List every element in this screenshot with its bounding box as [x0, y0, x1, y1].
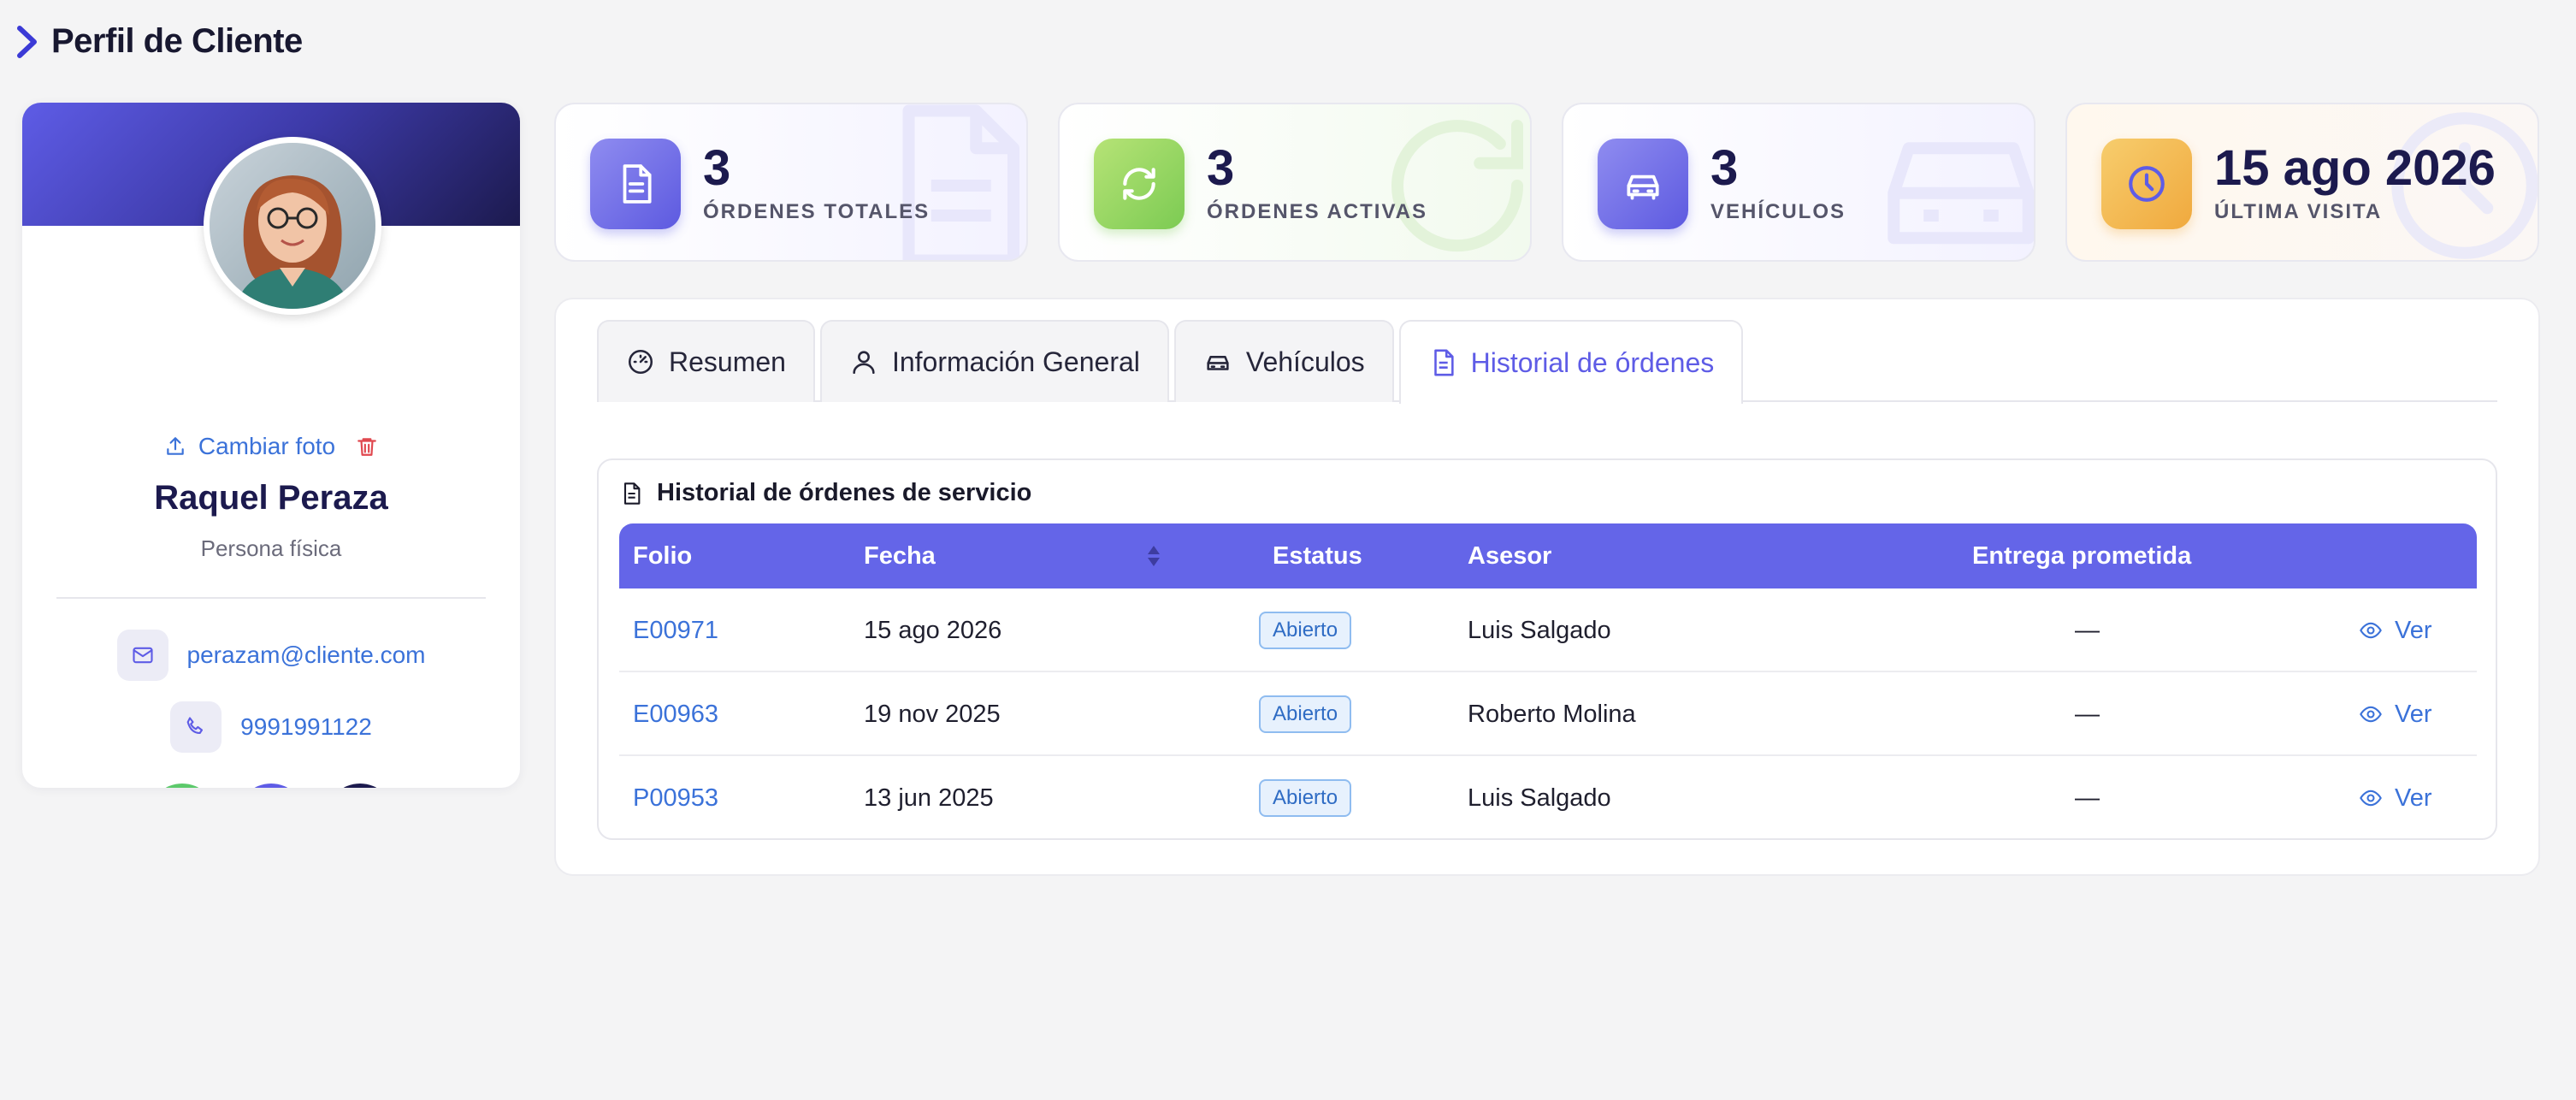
promised-delivery-cell: — — [2075, 700, 2100, 728]
folio-link[interactable]: P00953 — [633, 756, 718, 840]
email-link[interactable]: perazam@cliente.com — [187, 642, 426, 669]
user-icon — [853, 351, 875, 375]
chevron-right-icon — [17, 25, 37, 58]
trash-icon — [357, 438, 376, 456]
date-cell: 13 jun 2025 — [864, 784, 994, 812]
divider — [56, 597, 486, 599]
table-row: E00963 19 nov 2025 Abierto Roberto Molin… — [619, 672, 2477, 756]
column-entrega-prometida[interactable]: Entrega prometida — [1972, 523, 2191, 588]
tab-informacion-general[interactable]: Información General — [819, 320, 1169, 402]
change-photo-row: Cambiar foto — [22, 433, 520, 460]
eye-icon — [2360, 706, 2382, 723]
stat-value: 3 — [1710, 140, 1739, 196]
tab-bar: Resumen Información General Vehículos Hi… — [597, 320, 2497, 404]
stat-card-vehicles: 3 VEHÍCULOS — [1562, 103, 2035, 262]
view-label: Ver — [2395, 616, 2432, 644]
phone-icon — [170, 701, 222, 753]
table-row: P00953 13 jun 2025 Abierto Luis Salgado … — [619, 756, 2477, 840]
advisor-cell: Luis Salgado — [1468, 784, 1611, 812]
tab-resumen[interactable]: Resumen — [597, 320, 815, 402]
table-header: Folio Fecha Estatus Asesor Entrega prome… — [619, 523, 2477, 588]
status-badge: Abierto — [1259, 779, 1352, 817]
status-badge: Abierto — [1259, 695, 1352, 733]
client-type: Persona física — [200, 535, 342, 561]
contact-actions — [22, 784, 520, 788]
date-cell: 19 nov 2025 — [864, 700, 1001, 728]
stat-value: 15 ago 2026 — [2214, 140, 2496, 196]
table-row: E00971 15 ago 2026 Abierto Luis Salgado … — [619, 588, 2477, 672]
car-icon — [1598, 139, 1688, 229]
folio-link[interactable]: E00963 — [633, 672, 718, 756]
stat-label: VEHÍCULOS — [1710, 200, 1846, 223]
phone-link[interactable]: 9991991122 — [240, 713, 372, 741]
column-asesor[interactable]: Asesor — [1468, 523, 1551, 588]
view-button[interactable]: Ver — [2359, 588, 2432, 672]
eye-icon — [2360, 790, 2382, 807]
view-label: Ver — [2395, 700, 2432, 728]
call-button[interactable] — [237, 784, 305, 788]
column-fecha[interactable]: Fecha — [864, 523, 936, 588]
document-icon — [623, 482, 641, 505]
mail-icon — [116, 630, 168, 681]
promised-delivery-cell: — — [2075, 784, 2100, 812]
status-cell: Abierto — [1259, 588, 1352, 672]
whatsapp-button[interactable] — [148, 784, 216, 788]
refresh-watermark-icon — [1391, 120, 1523, 252]
tab-label: Vehículos — [1245, 346, 1365, 377]
sort-icon[interactable] — [1146, 542, 1161, 570]
main-panel: Resumen Información General Vehículos Hi… — [554, 298, 2540, 876]
refresh-icon — [1094, 139, 1185, 229]
car-watermark-icon — [1888, 142, 2034, 245]
view-label: Ver — [2395, 784, 2432, 812]
tab-label: Historial de órdenes — [1470, 346, 1715, 378]
status-cell: Abierto — [1259, 756, 1352, 840]
upload-icon — [167, 437, 184, 455]
view-button[interactable]: Ver — [2359, 672, 2432, 756]
orders-title: Historial de órdenes de servicio — [619, 479, 1031, 507]
orders-panel: Historial de órdenes de servicio Folio F… — [597, 458, 2497, 840]
profile-card: Cambiar foto Raquel Peraza Persona físic… — [22, 103, 520, 788]
delete-photo-button[interactable] — [356, 435, 378, 458]
avatar-photo — [210, 143, 375, 309]
change-photo-label: Cambiar foto — [198, 433, 336, 459]
status-badge: Abierto — [1259, 612, 1352, 649]
date-cell: 15 ago 2026 — [864, 616, 1002, 644]
car-icon — [1207, 356, 1229, 370]
folio-link[interactable]: E00971 — [633, 588, 718, 672]
stat-label: ÚLTIMA VISITA — [2214, 200, 2383, 223]
speedometer-icon — [628, 349, 653, 375]
document-icon — [590, 139, 681, 229]
column-estatus[interactable]: Estatus — [1273, 523, 1362, 588]
column-folio[interactable]: Folio — [633, 523, 692, 588]
stat-value: 3 — [703, 140, 731, 196]
document-icon — [1433, 349, 1454, 376]
stat-card-active-orders: 3 ÓRDENES ACTIVAS — [1058, 103, 1532, 262]
eye-icon — [2360, 622, 2382, 639]
client-name: Raquel Peraza — [154, 479, 388, 517]
tab-vehiculos[interactable]: Vehículos — [1173, 320, 1394, 402]
avatar[interactable] — [204, 137, 381, 315]
page-header: Perfil de Cliente — [15, 22, 303, 61]
document-watermark-icon — [902, 104, 1019, 260]
tab-label: Resumen — [669, 346, 786, 377]
status-cell: Abierto — [1259, 672, 1352, 756]
promised-delivery-cell: — — [2075, 616, 2100, 644]
clock-icon — [2101, 139, 2192, 229]
orders-title-text: Historial de órdenes de servicio — [657, 479, 1032, 506]
advisor-cell: Luis Salgado — [1468, 616, 1611, 644]
advisor-cell: Roberto Molina — [1468, 700, 1636, 728]
change-photo-button[interactable]: Cambiar foto — [164, 433, 335, 460]
view-button[interactable]: Ver — [2359, 756, 2432, 840]
stat-value: 3 — [1207, 140, 1235, 196]
stat-card-last-visit: 15 ago 2026 ÚLTIMA VISITA — [2065, 103, 2539, 262]
tab-label: Información General — [891, 346, 1140, 377]
stat-card-total-orders: 3 ÓRDENES TOTALES — [554, 103, 1028, 262]
email-row: perazam@cliente.com — [22, 630, 520, 681]
page-title: Perfil de Cliente — [51, 22, 303, 60]
stat-label: ÓRDENES ACTIVAS — [1207, 200, 1428, 223]
phone-row: 9991991122 — [22, 701, 520, 753]
stat-label: ÓRDENES TOTALES — [703, 200, 931, 223]
tab-historial-ordenes[interactable]: Historial de órdenes — [1398, 320, 1744, 404]
email-button[interactable] — [326, 784, 394, 788]
